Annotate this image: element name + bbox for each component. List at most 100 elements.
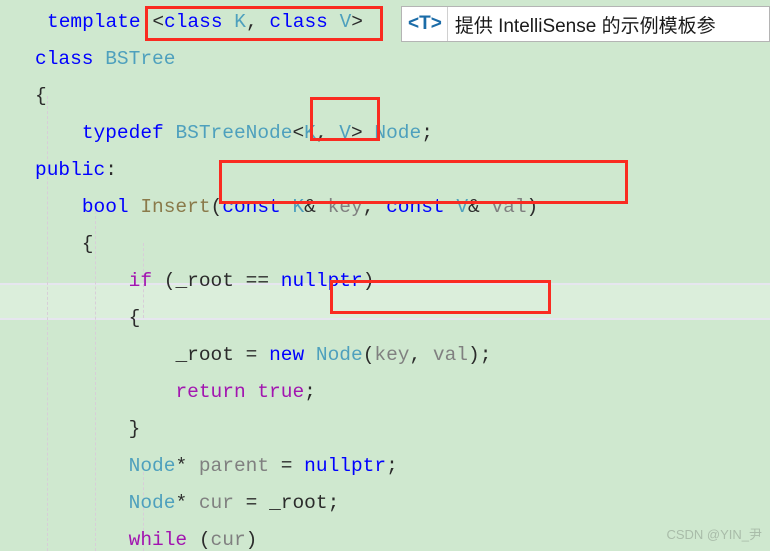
code-token: if: [128, 270, 153, 292]
code-token: return: [175, 381, 246, 403]
code-token: >: [351, 11, 363, 33]
code-token: (: [210, 196, 223, 218]
source-code-text[interactable]: template <class K, class V> class BSTree{…: [35, 4, 538, 551]
code-token: const: [222, 196, 281, 218]
code-line[interactable]: if (_root == nullptr): [35, 263, 538, 300]
code-line[interactable]: {: [35, 78, 538, 115]
code-token: ,: [245, 11, 270, 33]
code-token: BSTreeNode: [175, 122, 293, 144]
code-line[interactable]: }: [35, 411, 538, 448]
code-token: parent: [198, 455, 270, 477]
code-token: key: [374, 344, 410, 366]
code-token: BSTree: [105, 48, 176, 70]
code-token: <: [152, 11, 165, 33]
code-line[interactable]: return true;: [35, 374, 538, 411]
code-token: ): [362, 270, 375, 292]
code-token: *: [175, 492, 199, 514]
code-token: Insert: [140, 196, 211, 218]
code-line[interactable]: class BSTree: [35, 41, 538, 78]
code-token: V: [339, 122, 351, 144]
code-token: &: [468, 196, 480, 218]
code-line[interactable]: bool Insert(const K& key, const V& val): [35, 189, 538, 226]
template-param-icon: <T>: [408, 13, 442, 34]
code-token: _root: [175, 270, 234, 292]
code-token: {: [35, 85, 47, 107]
code-token: ;: [327, 492, 340, 514]
code-token: ,: [315, 122, 340, 144]
code-token: :: [105, 159, 117, 181]
code-line[interactable]: {: [35, 226, 538, 263]
code-token: (: [152, 270, 176, 292]
code-token: ==: [233, 270, 281, 292]
code-token: Node: [315, 344, 363, 366]
code-token: val: [491, 196, 527, 218]
code-token: typedef: [81, 122, 164, 144]
code-token: true: [257, 381, 305, 403]
code-token: public: [35, 159, 106, 181]
code-line[interactable]: typedef BSTreeNode<K, V> Node;: [35, 115, 538, 152]
code-token: ;: [304, 381, 316, 403]
code-token: ;: [421, 122, 433, 144]
code-token: (: [187, 529, 211, 551]
code-token: const: [386, 196, 445, 218]
code-token: }: [35, 418, 141, 440]
code-token: Node: [128, 455, 176, 477]
code-line[interactable]: while (cur): [35, 522, 538, 551]
code-token: ): [526, 196, 539, 218]
code-token: class: [164, 11, 223, 33]
code-line[interactable]: _root = new Node(key, val);: [35, 337, 538, 374]
code-line[interactable]: {: [35, 300, 538, 337]
code-token: cur: [210, 529, 246, 551]
code-editor-canvas[interactable]: template <class K, class V> class BSTree{…: [0, 0, 770, 551]
code-token: new: [269, 344, 305, 366]
intellisense-tooltip: <T> 提供 IntelliSense 的示例模板参: [401, 6, 770, 42]
code-token: =: [233, 344, 270, 366]
code-token: ,: [409, 344, 433, 366]
code-line[interactable]: Node* parent = nullptr;: [35, 448, 538, 485]
code-token: >: [350, 122, 363, 144]
code-token: val: [432, 344, 469, 366]
code-token: K: [304, 122, 316, 144]
code-token: key: [327, 196, 363, 218]
code-token: ): [245, 529, 258, 551]
code-token: ;: [386, 455, 398, 477]
code-token: class: [269, 11, 328, 33]
code-token: {: [35, 233, 94, 255]
code-token: V: [456, 196, 469, 218]
code-token: V: [339, 11, 352, 33]
code-token: =: [233, 492, 270, 514]
code-token: Node: [374, 122, 422, 144]
tooltip-description: 提供 IntelliSense 的示例模板参: [454, 15, 716, 37]
code-token: <: [292, 122, 305, 144]
code-token: Node: [128, 492, 176, 514]
code-line[interactable]: public:: [35, 152, 538, 189]
csdn-watermark: CSDN @YIN_尹: [666, 527, 762, 542]
code-token: K: [292, 196, 305, 218]
code-token: while: [128, 529, 188, 551]
code-line[interactable]: Node* cur = _root;: [35, 485, 538, 522]
code-token: _root: [269, 492, 328, 514]
code-token: (: [362, 344, 375, 366]
code-token: K: [234, 11, 246, 33]
code-token: {: [35, 307, 141, 329]
code-token: &: [304, 196, 316, 218]
code-token: template: [47, 11, 141, 33]
